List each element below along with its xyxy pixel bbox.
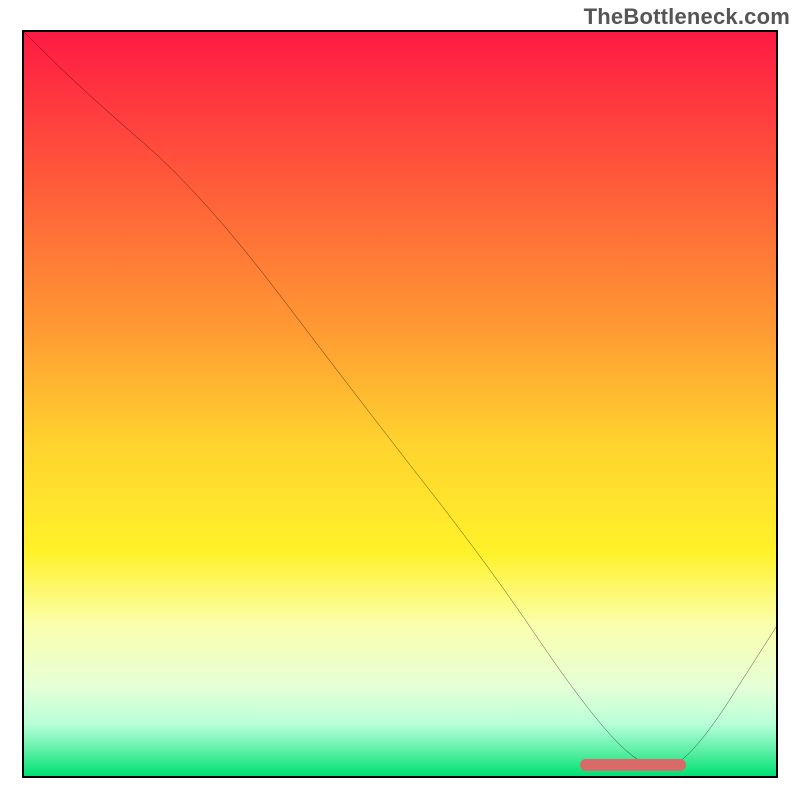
chart-container: TheBottleneck.com: [0, 0, 800, 800]
plot-frame: [22, 30, 778, 778]
bottleneck-curve: [24, 32, 776, 776]
optimal-range-bar: [580, 759, 685, 771]
watermark-text: TheBottleneck.com: [584, 4, 790, 30]
